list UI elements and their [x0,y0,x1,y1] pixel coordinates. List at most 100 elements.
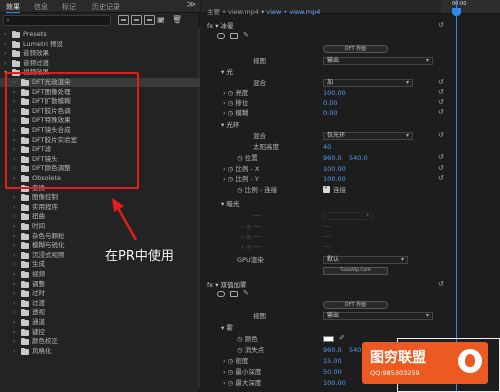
dark-section[interactable]: ▾ 暗光 [221,200,239,208]
panel-tabs: 效果 信息 标记 历史记录 ≫ [0,0,200,13]
eyedropper-icon[interactable]: ✐ [339,334,345,342]
reset-icon[interactable]: ↺ [438,174,444,182]
position-x[interactable]: 960.0 [323,154,342,162]
reset-icon[interactable]: ↺ [438,88,444,96]
tree-item[interactable]: › Lumetri 预设 [0,40,200,49]
reset-icon[interactable]: ↺ [438,108,444,116]
chevron-right-icon[interactable]: › [13,241,19,250]
tab-history[interactable]: 历史记录 [92,2,120,12]
density-value[interactable]: 15.00 [323,357,342,365]
chevron-right-icon[interactable]: › [4,49,10,58]
reset-icon[interactable]: ↺ [438,131,444,139]
light-section[interactable]: ▾ 光 [221,68,233,76]
chevron-right-icon[interactable]: › [13,251,19,260]
chevron-right-icon[interactable]: › [13,308,19,317]
panel-menu-icon[interactable]: ≫ [187,0,196,10]
scale-x-value[interactable]: 100.00 [323,165,346,173]
tree-item[interactable]: › 风格化 [0,347,200,356]
chevron-right-icon[interactable]: › [13,280,19,289]
brightness-value[interactable]: 100.00 [323,89,346,97]
chevron-right-icon[interactable]: › [13,337,19,346]
chevron-right-icon[interactable]: › [13,212,19,221]
view-dropdown[interactable]: 输出 [323,57,433,65]
chevron-right-icon[interactable]: › [13,318,19,327]
rect-mask-icon[interactable] [230,291,238,297]
tab-markers[interactable]: 标记 [62,2,76,12]
chevron-right-icon[interactable]: › [13,232,19,241]
reset-icon[interactable]: ↺ [438,78,444,86]
min-depth-value[interactable]: 50.00 [323,368,342,376]
timeline-ruler[interactable] [441,0,500,14]
dft-interface-button-2[interactable]: DFT 界面 [323,301,388,309]
fog-section[interactable]: ▾ 雾 [221,324,233,332]
shift-value[interactable]: 0.00 [323,99,337,107]
sun-value[interactable]: 40 [323,143,331,151]
chevron-right-icon[interactable]: › [4,40,10,49]
tree-item[interactable]: › 过渡 [0,299,200,308]
blur-value[interactable]: 0.00 [323,109,337,117]
new-bin-icon[interactable]: ▣ [157,15,168,25]
chevron-right-icon[interactable]: › [4,30,10,39]
reset-icon[interactable]: ↺ [438,280,444,288]
glow-blend-dropdown[interactable]: 仅光环 [323,132,413,140]
yuv-effects-icon[interactable] [144,15,155,25]
brightness-label: › ◷ 亮度 [223,89,249,97]
effect1-header[interactable]: fx ▾ 冰晕 [207,22,234,30]
scale-link-checkbox[interactable] [323,184,330,193]
reset-icon[interactable]: ↺ [438,98,444,106]
tree-item[interactable]: › 视频 [0,270,200,279]
tree-item[interactable]: › 通道 [0,318,200,327]
chevron-right-icon[interactable]: › [13,347,19,356]
chevron-right-icon[interactable]: › [13,270,19,279]
effects-search-input[interactable]: ⌕ [3,15,111,26]
reset-icon[interactable]: ↺ [438,153,444,161]
tree-item[interactable]: › 颜色校正 [0,337,200,346]
chevron-right-icon[interactable]: › [13,193,19,202]
fog-color-swatch[interactable] [323,336,334,342]
reset-icon[interactable]: ↺ [438,164,444,172]
tree-item[interactable]: › 透视 [0,308,200,317]
dft-interface-button[interactable]: DFT 界面 [323,45,388,53]
pen-mask-icon[interactable]: ✎ [243,31,249,39]
chevron-right-icon[interactable]: › [13,260,19,269]
tree-item[interactable]: › 过时 [0,289,200,298]
vanish-x[interactable]: 960.0 [323,346,342,354]
chevron-right-icon[interactable]: › [13,203,19,212]
accelerated-effects-icon[interactable] [118,15,129,25]
chevron-right-icon[interactable]: › [13,222,19,231]
tree-item[interactable]: › 调整 [0,280,200,289]
tab-info[interactable]: 信息 [34,2,48,12]
blend-dropdown[interactable]: 加 [323,79,413,87]
tree-item[interactable]: › 键控 [0,328,200,337]
delete-icon[interactable]: 🗑 [172,15,183,25]
glow-section[interactable]: ▾ 光环 [221,121,239,129]
pen-mask-icon[interactable]: ✎ [243,289,249,297]
gpu-dropdown[interactable]: 默认 [323,256,408,264]
dark-params-disabled: ── › ◷ ──── › ◷ ──── › ◷ ──── [241,210,436,252]
chevron-right-icon[interactable]: › [13,289,19,298]
clip-title[interactable]: 主要 • view.mp4 ▾ view • view.mp4 [207,8,320,16]
rect-mask-icon[interactable] [230,33,238,39]
folder-icon [12,40,20,48]
chevron-right-icon[interactable]: › [4,59,10,68]
reset-icon[interactable]: ↺ [438,21,444,29]
effect2-header[interactable]: fx ▾ 双值加雾 [207,281,247,289]
effects-panel: 效果 信息 标记 历史记录 ≫ ⌕ ▣ 🗑 › Presets › Lumetri 预… [0,0,200,392]
tree-item[interactable]: › 音频过渡 [0,59,200,68]
view-dropdown-2[interactable]: 输出 [323,312,433,320]
ellipse-mask-icon[interactable] [217,33,225,39]
ellipse-mask-icon[interactable] [217,291,225,297]
tree-item-label: 通道 [32,318,45,326]
chevron-right-icon[interactable]: › [13,328,19,337]
max-depth-value[interactable]: 100.00 [323,379,346,387]
position-y[interactable]: 540.0 [349,154,368,162]
playhead-line[interactable] [456,0,457,392]
tab-effects[interactable]: 效果 [6,2,20,13]
tree-item[interactable]: › Presets [0,30,200,39]
scale-y-value[interactable]: 100.00 [323,175,346,183]
chevron-right-icon[interactable]: › [13,299,19,308]
tree-item-label: 时间 [32,222,45,230]
site-link[interactable]: TuxiaVip.Com [323,267,388,275]
32bit-effects-icon[interactable] [131,15,142,25]
tree-item[interactable]: › 音频效果 [0,49,200,58]
